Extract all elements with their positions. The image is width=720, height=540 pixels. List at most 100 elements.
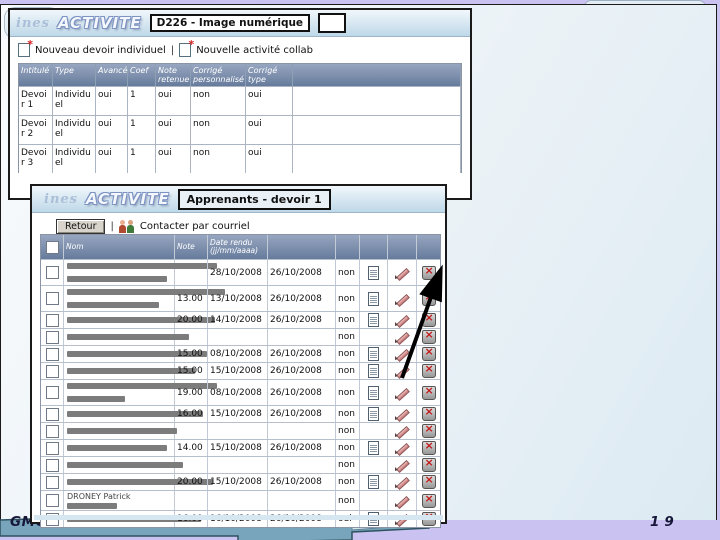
delete-icon[interactable] bbox=[421, 473, 436, 489]
row-checkbox[interactable] bbox=[45, 386, 59, 399]
document-icon[interactable] bbox=[368, 291, 379, 306]
assignment-cell: Individuel bbox=[53, 116, 96, 144]
document-icon[interactable] bbox=[368, 347, 379, 361]
new-individual-icon bbox=[18, 38, 33, 57]
row-checkbox[interactable] bbox=[45, 424, 59, 438]
row-checkbox[interactable] bbox=[45, 407, 59, 421]
row-checkbox[interactable] bbox=[45, 347, 59, 361]
note-column-header: Note bbox=[175, 235, 208, 259]
date-submitted-cell: 14/10/2008 bbox=[208, 312, 268, 328]
student-row: non bbox=[41, 422, 440, 439]
document-icon[interactable] bbox=[368, 364, 379, 378]
edit-cell bbox=[388, 474, 417, 490]
student-row: 16.00 15/10/2008 26/10/2008 non bbox=[41, 405, 440, 422]
new-individual-link[interactable]: Nouveau devoir individuel bbox=[35, 45, 166, 56]
select-all-checkbox[interactable] bbox=[45, 240, 59, 254]
delete-icon[interactable] bbox=[421, 456, 436, 472]
edit-icon[interactable] bbox=[395, 313, 409, 327]
note-cell bbox=[175, 423, 208, 439]
delete-icon[interactable] bbox=[421, 384, 436, 400]
note-cell: 14.00 bbox=[175, 440, 208, 456]
redacted-name-bar bbox=[67, 428, 177, 434]
assignment-cell: 1 bbox=[128, 145, 156, 173]
edit-cell bbox=[388, 260, 417, 285]
delete-icon[interactable] bbox=[421, 492, 436, 508]
column-header: Coef bbox=[128, 64, 156, 86]
new-collab-link[interactable]: Nouvelle activité collab bbox=[196, 45, 313, 56]
row-checkbox[interactable] bbox=[45, 313, 59, 327]
edit-icon[interactable] bbox=[395, 347, 409, 361]
edit-icon[interactable] bbox=[395, 386, 409, 400]
document-icon[interactable] bbox=[368, 313, 379, 327]
delete-cell bbox=[417, 422, 440, 439]
back-button[interactable]: Retour bbox=[56, 219, 106, 234]
late-cell: non bbox=[336, 440, 360, 456]
edit-icon[interactable] bbox=[395, 458, 409, 472]
document-icon[interactable] bbox=[368, 407, 379, 421]
delete-cell bbox=[417, 362, 440, 379]
delete-icon[interactable] bbox=[421, 328, 436, 344]
row-checkbox[interactable] bbox=[45, 266, 59, 279]
assignment-cell: oui bbox=[96, 116, 128, 144]
delete-icon[interactable] bbox=[421, 345, 436, 361]
edit-icon[interactable] bbox=[395, 364, 409, 378]
edit-icon[interactable] bbox=[395, 292, 409, 306]
row-checkbox[interactable] bbox=[45, 330, 59, 344]
assignment-cell: 1 bbox=[128, 116, 156, 144]
document-cell bbox=[360, 312, 388, 328]
document-icon[interactable] bbox=[368, 385, 379, 400]
edit-icon[interactable] bbox=[395, 494, 409, 508]
checkbox-cell bbox=[41, 329, 64, 345]
delete-icon[interactable] bbox=[421, 264, 436, 280]
delete-icon[interactable] bbox=[421, 311, 436, 327]
row-checkbox[interactable] bbox=[45, 292, 59, 305]
assignments-table-header: Intitulé Type Avancé Coef Note retenue Corrig… bbox=[19, 64, 461, 86]
delete-icon[interactable] bbox=[421, 290, 436, 306]
row-checkbox[interactable] bbox=[45, 494, 59, 507]
student-name-cell bbox=[64, 406, 203, 422]
column-header: Avancé bbox=[96, 64, 128, 86]
edit-icon[interactable] bbox=[395, 330, 409, 344]
date-due-cell bbox=[268, 423, 336, 439]
redacted-name-bar bbox=[67, 301, 159, 308]
checkbox-cell bbox=[41, 260, 64, 285]
date-due-cell: 26/10/2008 bbox=[268, 474, 336, 490]
assignment-cell: Devoir 2 bbox=[19, 116, 53, 144]
window-bottom-strip bbox=[34, 515, 443, 520]
delete-icon[interactable] bbox=[421, 422, 436, 438]
row-checkbox[interactable] bbox=[45, 364, 59, 378]
checkbox-cell bbox=[41, 286, 64, 311]
document-icon[interactable] bbox=[368, 475, 379, 489]
page-title-box: Apprenants - devoir 1 bbox=[177, 188, 331, 210]
edit-icon[interactable] bbox=[395, 407, 409, 421]
delete-icon[interactable] bbox=[421, 439, 436, 455]
student-name-cell bbox=[64, 380, 217, 405]
partial-control bbox=[318, 13, 347, 33]
note-cell: 19.00 bbox=[175, 380, 208, 405]
document-icon[interactable] bbox=[368, 265, 379, 280]
assignment-cell: oui bbox=[96, 145, 128, 173]
assignment-cell: oui bbox=[246, 145, 293, 173]
row-checkbox[interactable] bbox=[45, 458, 59, 472]
edit-icon[interactable] bbox=[395, 475, 409, 489]
note-cell: 16.00 bbox=[175, 406, 208, 422]
delete-cell bbox=[417, 439, 440, 456]
document-icon[interactable] bbox=[368, 441, 379, 455]
header-checkbox-cell bbox=[41, 235, 64, 259]
assignment-cell: Devoir 3 bbox=[19, 145, 53, 173]
edit-icon[interactable] bbox=[395, 441, 409, 455]
row-checkbox[interactable] bbox=[45, 475, 59, 489]
edit-icon[interactable] bbox=[395, 266, 409, 280]
contact-link[interactable]: Contacter par courriel bbox=[140, 221, 250, 232]
date-due-cell: 26/10/2008 bbox=[268, 363, 336, 379]
hidden-column bbox=[417, 235, 440, 259]
edit-icon[interactable] bbox=[395, 424, 409, 438]
note-cell: 20.00 bbox=[175, 312, 208, 328]
delete-cell bbox=[417, 345, 440, 362]
delete-icon[interactable] bbox=[421, 405, 436, 421]
delete-icon[interactable] bbox=[421, 362, 436, 378]
student-row: DRONEY Patrick non bbox=[41, 490, 440, 510]
date-submitted-cell bbox=[208, 491, 268, 510]
row-checkbox[interactable] bbox=[45, 441, 59, 455]
course-dropdown[interactable]: D226 - Image numérique bbox=[149, 14, 311, 32]
